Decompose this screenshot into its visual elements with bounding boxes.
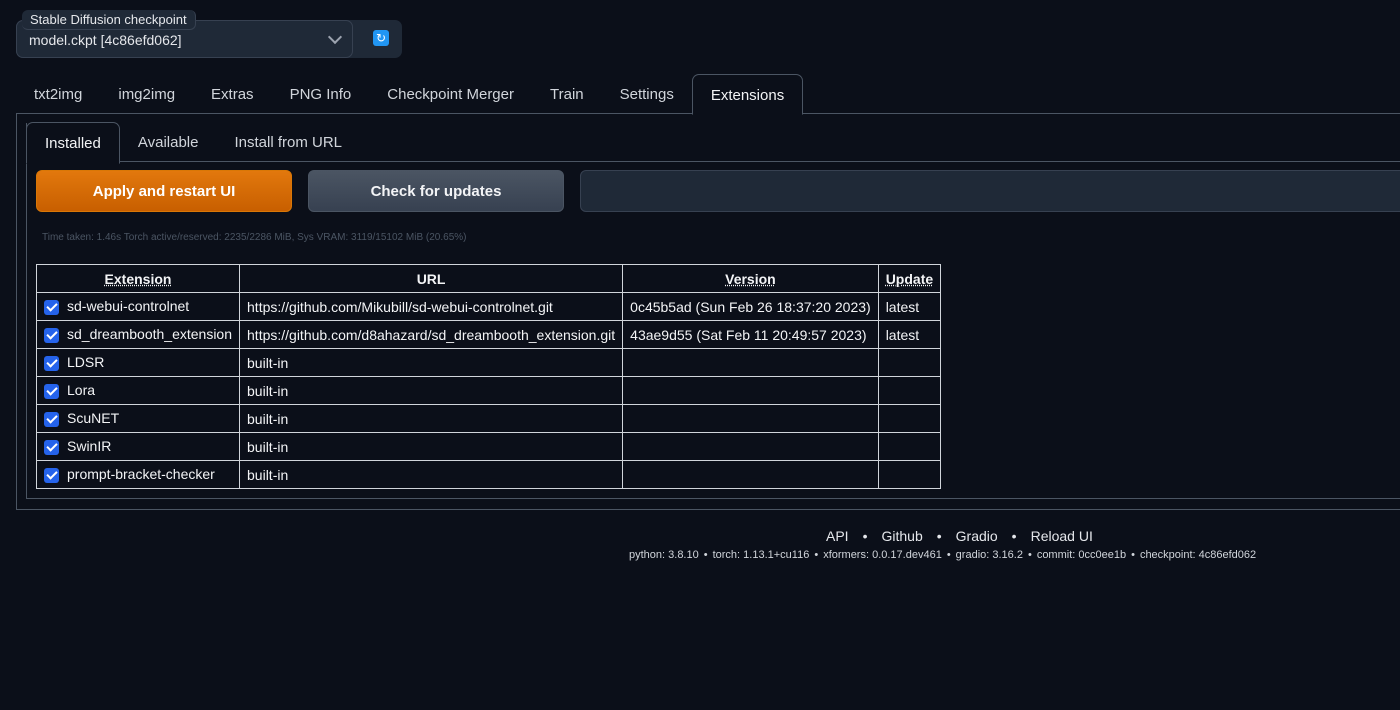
gradio-link[interactable]: Gradio (956, 528, 998, 544)
status-output (580, 170, 1400, 212)
subtab-divider (26, 161, 1400, 162)
extension-version (622, 460, 879, 489)
extension-name: LDSR (67, 354, 105, 371)
extension-url: built-in (239, 460, 624, 489)
extension-update (877, 432, 942, 461)
tab-extras[interactable]: Extras (193, 74, 272, 114)
extension-version (622, 432, 879, 461)
enable-checkbox[interactable] (44, 439, 59, 455)
table-row: sd_dreambooth_extension https://github.c… (35, 320, 942, 349)
enable-checkbox[interactable] (44, 299, 59, 315)
checkpoint-value: model.ckpt [4c86efd062] (29, 32, 182, 48)
version-info: python: 3.8.10 • torch: 1.13.1+cu116 • xform… (629, 549, 1257, 561)
extension-url: https://github.com/Mikubill/sd-webui-con… (239, 292, 624, 321)
reload-ui-link[interactable]: Reload UI (1031, 528, 1093, 544)
enable-checkbox[interactable] (44, 383, 59, 399)
checkpoint-selector: Stable Diffusion checkpoint model.ckpt [… (16, 10, 402, 58)
torch-version: torch: 1.13.1+cu116 (712, 549, 810, 561)
extension-update (877, 376, 942, 405)
api-link[interactable]: API (826, 528, 849, 544)
tab-checkpoint-merger[interactable]: Checkpoint Merger (369, 74, 532, 114)
extension-url: built-in (239, 348, 624, 377)
enable-checkbox[interactable] (44, 467, 59, 483)
separator: • (862, 528, 868, 544)
extension-update (877, 348, 942, 377)
extension-name: sd_dreambooth_extension (67, 326, 233, 343)
extension-version: 43ae9d55 (Sat Feb 11 20:49:57 2023) (622, 320, 879, 349)
refresh-icon[interactable]: ↻ (373, 30, 389, 46)
table-row: LDSR built-in (35, 348, 942, 377)
separator: • (1011, 528, 1017, 544)
table-row: prompt-bracket-checker built-in (35, 460, 942, 489)
header-version[interactable]: Version (622, 264, 879, 293)
checkpoint-version: checkpoint: 4c86efd062 (1139, 549, 1257, 561)
extension-name: prompt-bracket-checker (67, 466, 215, 483)
extension-name: ScuNET (67, 410, 120, 427)
timing-info: Time taken: 1.46s Torch active/reserved:… (42, 232, 467, 243)
commit-version: commit: 0cc0ee1b (1036, 549, 1127, 561)
extension-update: latest (877, 292, 942, 321)
extension-name: SwinIR (67, 438, 112, 455)
extensions-table: Extension URL Version Update sd-webui-co… (35, 264, 942, 489)
table-row: Lora built-in (35, 376, 942, 405)
extension-name: Lora (67, 382, 96, 399)
footer-links: API • Github • Gradio • Reload UI (826, 528, 1093, 544)
tab-txt2img[interactable]: txt2img (16, 74, 100, 114)
extension-url: https://github.com/d8ahazard/sd_dreamboo… (239, 320, 624, 349)
header-extension[interactable]: Extension (35, 264, 241, 293)
python-version: python: 3.8.10 (629, 549, 699, 561)
extension-subtabs: Installed Available Install from URL (26, 122, 360, 164)
subtab-available[interactable]: Available (120, 122, 217, 162)
extension-url: built-in (239, 404, 624, 433)
tab-train[interactable]: Train (532, 74, 602, 114)
tab-settings[interactable]: Settings (602, 74, 692, 114)
header-url: URL (239, 264, 624, 293)
check-updates-button[interactable]: Check for updates (308, 170, 564, 212)
table-row: SwinIR built-in (35, 432, 942, 461)
extension-url: built-in (239, 376, 624, 405)
gradio-version: gradio: 3.16.2 (955, 549, 1023, 561)
table-row: sd-webui-controlnet https://github.com/M… (35, 292, 942, 321)
extension-version (622, 404, 879, 433)
extension-update (877, 460, 942, 489)
chevron-down-icon (327, 29, 343, 45)
xformers-version: xformers: 0.0.17.dev461 (823, 549, 942, 561)
subtab-install-from-url[interactable]: Install from URL (216, 122, 360, 162)
tab-img2img[interactable]: img2img (100, 74, 193, 114)
extension-url: built-in (239, 432, 624, 461)
extension-version (622, 376, 879, 405)
extension-version: 0c45b5ad (Sun Feb 26 18:37:20 2023) (622, 292, 879, 321)
extension-name: sd-webui-controlnet (67, 298, 190, 315)
checkpoint-label: Stable Diffusion checkpoint (22, 10, 196, 30)
github-link[interactable]: Github (881, 528, 922, 544)
subtab-installed[interactable]: Installed (26, 122, 120, 164)
main-tabs: txt2img img2img Extras PNG Info Checkpoi… (16, 74, 804, 115)
extension-version (622, 348, 879, 377)
tab-extensions[interactable]: Extensions (691, 74, 804, 115)
header-update[interactable]: Update (877, 264, 942, 293)
enable-checkbox[interactable] (44, 411, 59, 427)
extension-update: latest (877, 320, 942, 349)
enable-checkbox[interactable] (44, 355, 59, 371)
tab-png-info[interactable]: PNG Info (272, 74, 370, 114)
enable-checkbox[interactable] (44, 327, 59, 343)
apply-restart-button[interactable]: Apply and restart UI (36, 170, 292, 212)
separator: • (936, 528, 942, 544)
extension-update (877, 404, 942, 433)
table-row: ScuNET built-in (35, 404, 942, 433)
